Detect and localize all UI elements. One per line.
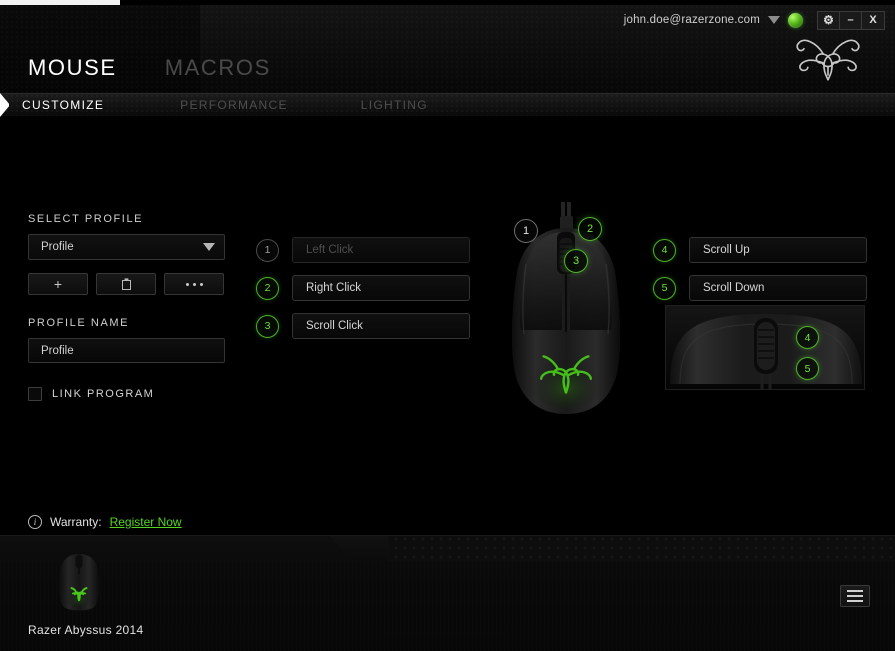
link-program-label: LINK PROGRAM (52, 388, 155, 400)
device-tab-macros[interactable]: MACROS (165, 55, 271, 81)
button-badge-3: 3 (256, 314, 279, 338)
chevron-down-icon (203, 243, 215, 251)
footer-band (0, 562, 895, 651)
plus-icon: + (53, 276, 63, 292)
minimize-button[interactable]: – (840, 11, 862, 29)
assignment-list-right: 4 Scroll Up 5 Scroll Down (653, 237, 867, 313)
warranty-row: i Warranty: Register Now (28, 515, 182, 529)
assignment-label: Scroll Down (703, 282, 765, 294)
link-program-checkbox[interactable] (28, 387, 42, 401)
profile-name-group: PROFILE NAME (28, 317, 228, 363)
mouse-top-view: 1 2 3 (496, 202, 636, 432)
gear-icon: ⚙ (823, 13, 834, 27)
sideview-badge-5[interactable]: 5 (796, 357, 819, 380)
assignment-list-left: 1 Left Click 2 Right Click 3 Scroll Clic… (256, 237, 470, 351)
assignment-field-scroll-up[interactable]: Scroll Up (689, 237, 867, 263)
assignment-row: 1 Left Click (256, 237, 470, 263)
info-icon: i (28, 515, 42, 529)
green-status-orb-icon[interactable] (788, 12, 803, 28)
profile-select-dropdown[interactable]: Profile (28, 234, 225, 260)
tab-lighting[interactable]: LIGHTING (361, 98, 428, 112)
button-badge-4: 4 (653, 238, 676, 262)
assignment-label: Right Click (306, 282, 361, 294)
profile-name-label: PROFILE NAME (28, 317, 130, 329)
assignment-row: 5 Scroll Down (653, 275, 867, 301)
device-name-label: Razer Abyssus 2014 (28, 623, 144, 637)
titlebar: john.doe@razerzone.com ⚙ – X (624, 5, 895, 35)
caret-down-icon[interactable] (768, 16, 780, 24)
button-badge-2: 2 (256, 276, 279, 300)
button-badge-1: 1 (256, 238, 279, 262)
profile-panel: SELECT PROFILE Profile + PROFILE NAME Pr… (28, 213, 228, 401)
assignment-row: 2 Right Click (256, 275, 470, 301)
assignment-label: Left Click (306, 244, 354, 256)
close-button[interactable]: X (862, 11, 884, 29)
hamburger-menu-icon[interactable] (840, 585, 870, 607)
delete-profile-button[interactable] (96, 273, 156, 295)
ellipsis-icon (185, 282, 203, 286)
mouse-badge-1[interactable]: 1 (514, 219, 538, 243)
profile-select-value: Profile (41, 241, 74, 253)
assignment-label: Scroll Click (306, 320, 363, 332)
assignment-row: 4 Scroll Up (653, 237, 867, 263)
profile-action-buttons: + (28, 273, 228, 295)
razer-triple-snake-logo-icon (796, 39, 860, 81)
assignment-field-left-click[interactable]: Left Click (292, 237, 470, 263)
assignment-field-scroll-down[interactable]: Scroll Down (689, 275, 867, 301)
mouse-front-view-icon (670, 314, 862, 389)
device-tab-bar: MOUSE MACROS (28, 55, 271, 81)
assignment-row: 3 Scroll Click (256, 313, 470, 339)
assignment-field-scroll-click[interactable]: Scroll Click (292, 313, 470, 339)
select-profile-label: SELECT PROFILE (28, 213, 144, 225)
sub-tab-list: CUSTOMIZE PERFORMANCE LIGHTING (0, 93, 428, 117)
trash-icon (121, 278, 131, 290)
more-options-button[interactable] (164, 273, 224, 295)
footer-diagonal-divider (330, 536, 388, 562)
settings-button[interactable]: ⚙ (818, 11, 840, 29)
tab-performance[interactable]: PERFORMANCE (180, 98, 288, 112)
sideview-badge-4[interactable]: 4 (796, 326, 819, 349)
main-content: SELECT PROFILE Profile + PROFILE NAME Pr… (0, 117, 895, 535)
footer-texture-strip (375, 536, 895, 562)
device-thumbnail-icon[interactable] (55, 552, 103, 614)
button-badge-5: 5 (653, 276, 676, 300)
profile-name-input[interactable] (28, 338, 225, 363)
link-program-row[interactable]: LINK PROGRAM (28, 387, 228, 401)
assignment-label: Scroll Up (703, 244, 750, 256)
mouse-badge-2[interactable]: 2 (578, 217, 602, 241)
warranty-label: Warranty: (50, 515, 102, 529)
device-tab-mouse[interactable]: MOUSE (28, 55, 117, 81)
razer-synapse-window: john.doe@razerzone.com ⚙ – X MOUSE MACRO… (0, 0, 895, 651)
app-header: john.doe@razerzone.com ⚙ – X MOUSE MACRO… (0, 5, 895, 93)
tab-customize[interactable]: CUSTOMIZE (22, 98, 104, 112)
assignment-field-right-click[interactable]: Right Click (292, 275, 470, 301)
window-controls: ⚙ – X (817, 10, 885, 30)
mouse-front-view-thumbnail: 4 5 (665, 305, 865, 390)
add-profile-button[interactable]: + (28, 273, 88, 295)
mouse-badge-3[interactable]: 3 (564, 249, 588, 273)
user-email-label: john.doe@razerzone.com (623, 14, 760, 26)
register-now-link[interactable]: Register Now (110, 515, 182, 529)
